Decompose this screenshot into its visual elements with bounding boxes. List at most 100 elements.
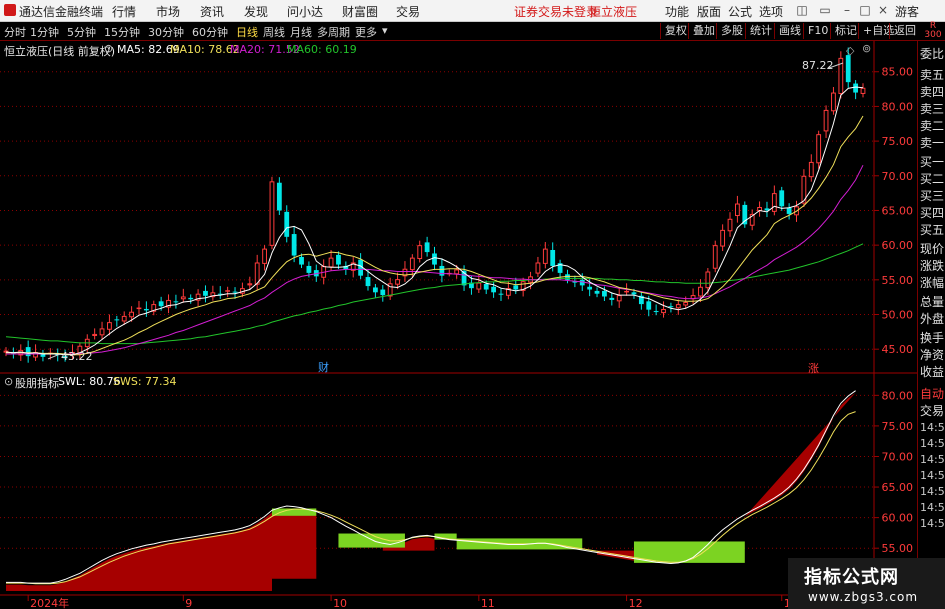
candle-body — [409, 257, 415, 271]
chevron-down-icon[interactable]: ▾ — [382, 24, 388, 37]
quote-bid5[interactable]: 买五 — [920, 221, 944, 238]
period-tab-daily[interactable]: 日线 — [236, 24, 258, 40]
menu-bar: 通达信金融终端 行情 市场 资讯 发现 问小达 财富圈 交易 证券交易未登录 恒… — [0, 0, 945, 22]
period-tab-more[interactable]: 更多 — [355, 24, 377, 40]
quote-commission-ratio[interactable]: 委比 — [920, 45, 944, 62]
menu-ask-xiaoda[interactable]: 问小达 — [287, 3, 323, 20]
candle-body — [735, 203, 740, 217]
indicator-settings-icon[interactable]: ⊙ — [4, 375, 13, 388]
menu-wealth-circle[interactable]: 财富圈 — [342, 3, 378, 20]
quote-bid3[interactable]: 买三 — [920, 187, 944, 204]
candle-body — [675, 304, 681, 309]
y-tick-label: 65.00 — [882, 481, 914, 494]
tick-time: 14:56 — [920, 485, 945, 498]
trade-label[interactable]: 交易 — [920, 402, 944, 419]
candle-body — [845, 55, 851, 83]
tool-statistics[interactable]: 统计 — [745, 23, 772, 39]
menu-market[interactable]: 市场 — [156, 3, 180, 20]
maximize-icon[interactable]: □ — [858, 2, 872, 18]
tool-adjust-price[interactable]: 复权 — [660, 23, 687, 39]
x-tick-label: 12 — [629, 597, 643, 609]
quote-last-price[interactable]: 现价 — [920, 240, 944, 257]
quote-change[interactable]: 涨跌 — [920, 257, 944, 274]
tool-options[interactable]: 选项 — [759, 3, 783, 20]
candle-body — [587, 286, 593, 290]
tool-back[interactable]: 返回 — [889, 23, 916, 39]
menu-market-quotes[interactable]: 行情 — [112, 3, 136, 20]
period-tab-weekly[interactable]: 周线 — [263, 24, 285, 40]
candle-body — [247, 283, 253, 286]
tool-multi-stock[interactable]: 多股 — [716, 23, 743, 39]
tool-overlay[interactable]: 叠加 — [688, 23, 715, 39]
tool-draw-line[interactable]: 画线 — [774, 23, 801, 39]
quote-panel: 委比 卖五 卖四 卖三 卖二 卖一 买一 买二 买三 买四 买五 现价 涨跌 涨… — [917, 41, 945, 609]
minimize-icon[interactable]: – — [840, 2, 854, 18]
candle-body — [136, 307, 142, 310]
tool-f10[interactable]: F10 — [803, 23, 828, 39]
low-price-label: 43.22 — [61, 350, 93, 363]
menu-discover[interactable]: 发现 — [244, 3, 268, 20]
candle-body — [99, 328, 105, 336]
x-tick-label: 9 — [185, 597, 192, 609]
candle-body — [158, 301, 164, 307]
y-tick-label: 45.00 — [882, 343, 914, 356]
tick-time: 14:56 — [920, 501, 945, 514]
period-tab-60min[interactable]: 60分钟 — [192, 24, 228, 40]
quote-ask3[interactable]: 卖三 — [920, 100, 944, 117]
candle-body — [491, 286, 497, 293]
candle-body — [269, 181, 275, 246]
chart-area[interactable]: 45.00 50.00 55.00 60.00 65.00 70.00 75.00 80.00… — [0, 41, 917, 609]
quote-turnover[interactable]: 换手 — [920, 329, 944, 346]
candle-body — [276, 182, 282, 211]
auto-trade-label[interactable]: 自动 — [920, 385, 944, 402]
candle-body — [180, 296, 186, 300]
diamond-icon[interactable]: ◇ — [846, 44, 854, 57]
period-tab-30min[interactable]: 30分钟 — [148, 24, 184, 40]
candle-body — [816, 134, 822, 164]
quote-ask4[interactable]: 卖四 — [920, 83, 944, 100]
period-tab-5min[interactable]: 5分钟 — [67, 24, 96, 40]
period-tab-monthly[interactable]: 月线 — [290, 24, 312, 40]
guest-user[interactable]: 游客 — [895, 3, 919, 20]
current-stock-name: 恒立液压 — [589, 5, 638, 19]
trade-login-status[interactable]: 证券交易未登录 — [514, 3, 598, 20]
quote-ask5[interactable]: 卖五 — [920, 66, 944, 83]
menu-news[interactable]: 资讯 — [200, 3, 224, 20]
quote-ask1[interactable]: 卖一 — [920, 134, 944, 151]
tool-functions[interactable]: 功能 — [665, 3, 689, 20]
quote-net-assets[interactable]: 净资 — [920, 346, 944, 363]
settings-circle-icon[interactable]: ⊚ — [862, 42, 871, 55]
quote-ask2[interactable]: 卖二 — [920, 117, 944, 134]
candle-body — [25, 347, 31, 357]
quote-bid2[interactable]: 买二 — [920, 170, 944, 187]
period-tab-multi[interactable]: 多周期 — [317, 24, 350, 40]
quote-earnings[interactable]: 收益 — [920, 363, 944, 380]
finance-event-marker[interactable]: 财 — [318, 359, 329, 375]
y-tick-label: 85.00 — [882, 66, 914, 79]
menu-trade[interactable]: 交易 — [396, 3, 420, 20]
candle-body — [609, 297, 615, 300]
quote-change-pct[interactable]: 涨幅 — [920, 274, 944, 291]
candle-body — [454, 269, 460, 275]
tool-layout[interactable]: 版面 — [697, 3, 721, 20]
tool-formula[interactable]: 公式 — [728, 3, 752, 20]
quote-bid4[interactable]: 买四 — [920, 204, 944, 221]
limit-up-marker[interactable]: 涨 — [808, 360, 819, 376]
y-tick-label: 60.00 — [882, 239, 914, 252]
period-tab-15min[interactable]: 15分钟 — [104, 24, 140, 40]
quote-bid1[interactable]: 买一 — [920, 153, 944, 170]
skin-icon[interactable]: ◫ — [795, 2, 809, 18]
candle-body — [372, 287, 378, 293]
high-price-label: 87.22 — [802, 59, 834, 72]
candle-body — [476, 282, 482, 290]
period-tab-intraday[interactable]: 分时 — [4, 24, 26, 40]
chart-settings-icon[interactable]: ⊙ — [104, 42, 113, 55]
quote-volume[interactable]: 总量 — [920, 293, 944, 310]
tool-mark[interactable]: 标记 — [830, 23, 857, 39]
chart-title: 恒立液压(日线 前复权) — [4, 45, 116, 58]
period-tab-1min[interactable]: 1分钟 — [30, 24, 59, 40]
quote-outer-volume[interactable]: 外盘 — [920, 310, 944, 327]
window-icon[interactable]: ▭ — [818, 2, 832, 18]
close-icon[interactable]: × — [876, 2, 890, 18]
candle-body — [786, 207, 792, 214]
